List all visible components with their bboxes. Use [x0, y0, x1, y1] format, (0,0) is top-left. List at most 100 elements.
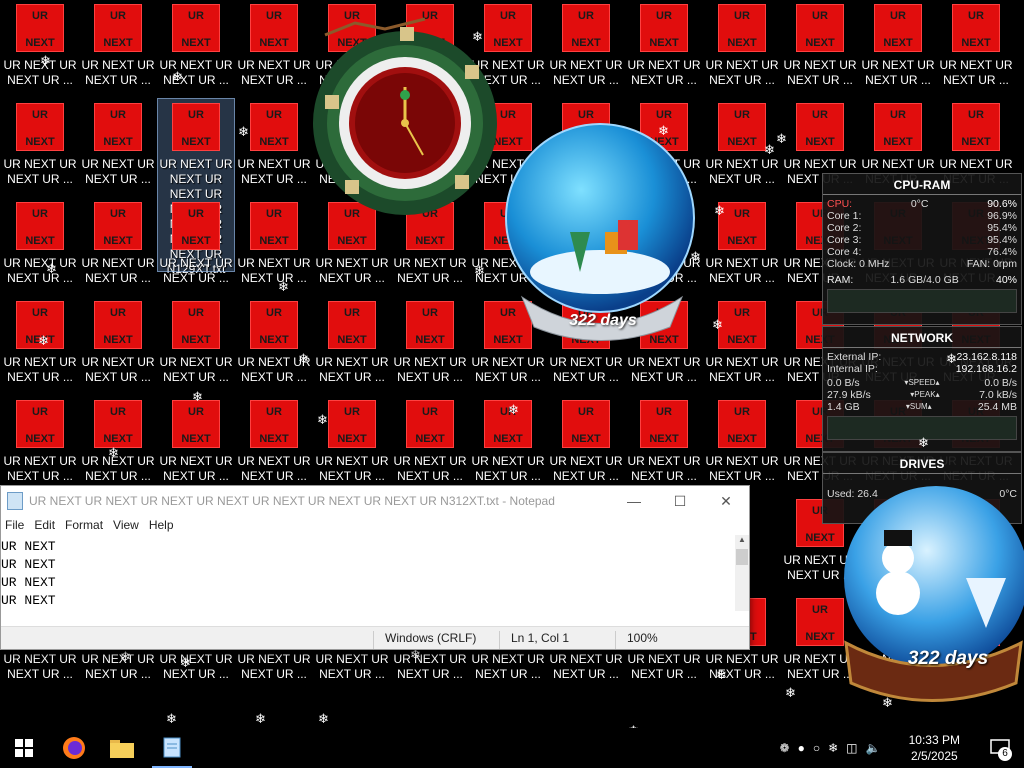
desktop-file-icon[interactable]: URNEXTUR NEXT URNEXT UR ...: [236, 297, 312, 385]
desktop-file-icon[interactable]: URNEXTUR NEXT URNEXT UR ...: [236, 99, 312, 187]
desktop-file-icon[interactable]: URNEXTUR NEXT URNEXT UR ...: [860, 0, 936, 88]
desktop-file-icon[interactable]: URNEXTUR NEXT URNEXT UR ...: [548, 396, 624, 484]
notepad-window[interactable]: UR NEXT UR NEXT UR NEXT UR NEXT UR NEXT …: [0, 485, 750, 650]
file-label-line1: UR NEXT UR: [549, 652, 623, 666]
tray-volume-icon[interactable]: 🔈: [866, 741, 881, 755]
maximize-button[interactable]: ☐: [657, 486, 703, 516]
desktop-file-icon[interactable]: URNEXTUR NEXT URNEXT UR ...: [2, 99, 78, 187]
file-thumbnail-icon: UR NEXT: [640, 4, 688, 52]
desktop-file-icon[interactable]: URNEXTUR NEXT URNEXT UR ...: [158, 396, 234, 484]
notepad-titlebar[interactable]: UR NEXT UR NEXT UR NEXT UR NEXT UR NEXT …: [1, 486, 749, 516]
desktop-file-icon[interactable]: URNEXTUR NEXT URNEXT UR ...: [548, 0, 624, 88]
desktop-file-icon[interactable]: URNEXTUR NEXT URNEXT UR ...: [392, 396, 468, 484]
file-label-line2: NEXT UR ...: [631, 370, 697, 384]
desktop-file-icon[interactable]: URNEXTUR NEXT URNEXT UR ...: [80, 0, 156, 88]
menu-help[interactable]: Help: [145, 518, 180, 532]
desktop-file-icon[interactable]: URNEXTUR NEXT URNEXT UR ...: [392, 297, 468, 385]
thumbnail-bottom-text: NEXT: [337, 334, 367, 346]
tray-gadgets-icon[interactable]: ❁: [780, 741, 790, 755]
menu-file[interactable]: File: [1, 518, 30, 532]
file-label-line1: UR NEXT UR: [3, 454, 77, 468]
clock-speed: Clock: 0 MHz: [827, 258, 890, 270]
file-label-line1: UR NEXT UR: [81, 256, 155, 270]
desktop-file-icon[interactable]: URNEXTUR NEXT URNEXT UR ...: [314, 297, 390, 385]
scroll-up-arrow-icon[interactable]: ▲: [735, 535, 749, 547]
desktop-file-icon[interactable]: URNEXTUR NEXT URNEXT UR ...: [626, 396, 702, 484]
file-thumbnail-icon: UR NEXT: [718, 4, 766, 52]
snowglobe-gadget[interactable]: 322 days: [500, 122, 705, 344]
file-label-line1: UR NEXT UR: [627, 58, 701, 72]
action-center-button[interactable]: 6: [980, 728, 1020, 768]
system-tray-icons[interactable]: ❁ ● ○ ❄ ◫ 🔈: [770, 728, 890, 768]
desktop-file-icon[interactable]: URNEXTUR NEXT URNEXT UR ...: [80, 396, 156, 484]
desktop-file-icon[interactable]: URNEXTUR NEXT URNEXT UR ...: [626, 0, 702, 88]
thumbnail-bottom-text: NEXT: [493, 433, 523, 445]
notepad-text-area[interactable]: UR NEXT UR NEXT UR NEXT UR NEXT: [1, 536, 735, 613]
snowglobe-days-label: 322 days: [569, 312, 637, 329]
snowman-globe-icon: [844, 486, 1024, 702]
file-label-line2: NEXT UR ...: [475, 469, 541, 483]
desktop-file-icon[interactable]: URNEXTUR NEXT URNEXT UR ...: [2, 198, 78, 286]
thumbnail-bottom-text: NEXT: [25, 37, 55, 49]
cpu-value: 90.6%: [987, 198, 1017, 210]
desktop-file-icon[interactable]: URNEXTUR NEXT URNEXT UR ...: [2, 0, 78, 88]
tray-drop-icon[interactable]: ●: [798, 741, 805, 755]
desktop-file-icon[interactable]: URNEXTUR NEXT URNEXT UR ...: [236, 0, 312, 88]
snowman-globe-gadget[interactable]: 322 days: [836, 478, 1024, 728]
menu-edit[interactable]: Edit: [30, 518, 61, 532]
file-label-line2: NEXT UR ...: [787, 73, 853, 87]
start-button[interactable]: [6, 728, 42, 768]
menu-view[interactable]: View: [109, 518, 145, 532]
desktop-file-icon[interactable]: URNEXTUR NEXT URNEXT UR ...: [704, 396, 780, 484]
thumbnail-bottom-text: NEXT: [259, 136, 289, 148]
tray-ring-icon[interactable]: ○: [813, 741, 820, 755]
file-label-line2: NEXT UR ...: [163, 370, 229, 384]
desktop-file-icon[interactable]: URNEXTUR NEXT URNEXT UR ...: [80, 99, 156, 187]
desktop-file-icon[interactable]: URNEXTUR NEXT URNEXT UR ...: [158, 297, 234, 385]
cpu-label: CPU:: [827, 198, 853, 210]
file-label-line2: NEXT UR ...: [319, 271, 385, 285]
file-label-line1: UR NEXT UR: [159, 256, 233, 270]
desktop-file-icon[interactable]: URNEXTUR NEXT URNEXT UR ...: [938, 0, 1014, 88]
tray-snow-icon[interactable]: ❄: [828, 741, 838, 755]
notepad-taskbar-button[interactable]: [152, 728, 192, 768]
thumbnail-top-text: UR: [32, 10, 48, 22]
file-explorer-taskbar-button[interactable]: [104, 728, 140, 768]
desktop-file-icon[interactable]: URNEXTUR NEXT URNEXT UR ...: [158, 0, 234, 88]
cpu-ram-gadget[interactable]: CPU-RAM CPU: 0°C 90.6% Core 1: 96.9% Core …: [822, 173, 1022, 325]
file-label-line1: UR NEXT UR: [315, 454, 389, 468]
desktop-file-icon[interactable]: URNEXTUR NEXT URNEXT UR ...: [704, 0, 780, 88]
desktop-file-icon[interactable]: URNEXTUR NEXT URNEXT UR ...: [236, 396, 312, 484]
thumbnail-top-text: UR: [734, 109, 750, 121]
desktop-file-icon[interactable]: URNEXTUR NEXT URNEXT UR ...: [80, 297, 156, 385]
file-thumbnail-icon: UR NEXT: [172, 400, 220, 448]
thumbnail-top-text: UR: [812, 109, 828, 121]
desktop-file-icon[interactable]: URNEXTUR NEXT URNEXT UR ...: [236, 198, 312, 286]
file-label-line2: NEXT UR ...: [7, 73, 73, 87]
core-value: 96.9%: [987, 210, 1017, 222]
thumbnail-bottom-text: NEXT: [259, 433, 289, 445]
scroll-thumb[interactable]: [736, 549, 748, 565]
internal-ip-value: 192.168.16.2: [955, 363, 1017, 375]
vertical-scrollbar[interactable]: ▲: [735, 535, 749, 611]
tray-network-icon[interactable]: ◫: [846, 741, 857, 755]
desktop-file-icon[interactable]: URNEXTUR NEXT URNEXT UR ...: [782, 0, 858, 88]
notepad-title: UR NEXT UR NEXT UR NEXT UR NEXT UR NEXT …: [29, 494, 555, 508]
firefox-taskbar-button[interactable]: [56, 728, 92, 768]
thumbnail-bottom-text: NEXT: [337, 433, 367, 445]
taskbar-clock[interactable]: 10:33 PM 2/5/2025: [909, 732, 960, 764]
file-label-line2: NEXT UR ...: [163, 667, 229, 681]
network-gadget[interactable]: NETWORK External IP: 23.162.8.118 Intern…: [822, 326, 1022, 452]
file-thumbnail-icon: UR NEXT: [172, 301, 220, 349]
desktop-file-icon[interactable]: URNEXTUR NEXT URNEXT UR ...: [704, 297, 780, 385]
desktop-file-icon[interactable]: URNEXTUR NEXT URNEXT UR ...: [2, 396, 78, 484]
core-value: 95.4%: [987, 222, 1017, 234]
menu-format[interactable]: Format: [61, 518, 109, 532]
file-label-line2: NEXT UR ...: [7, 469, 73, 483]
desktop-file-icon[interactable]: URNEXTUR NEXT URNEXT UR ...: [314, 396, 390, 484]
desktop-file-icon[interactable]: URNEXTUR NEXT URNEXT UR ...: [80, 198, 156, 286]
minimize-button[interactable]: —: [611, 486, 657, 516]
desktop-file-icon[interactable]: URNEXTUR NEXT URNEXT UR ...: [158, 198, 234, 286]
thumbnail-top-text: UR: [422, 406, 438, 418]
close-button[interactable]: ✕: [703, 486, 749, 516]
